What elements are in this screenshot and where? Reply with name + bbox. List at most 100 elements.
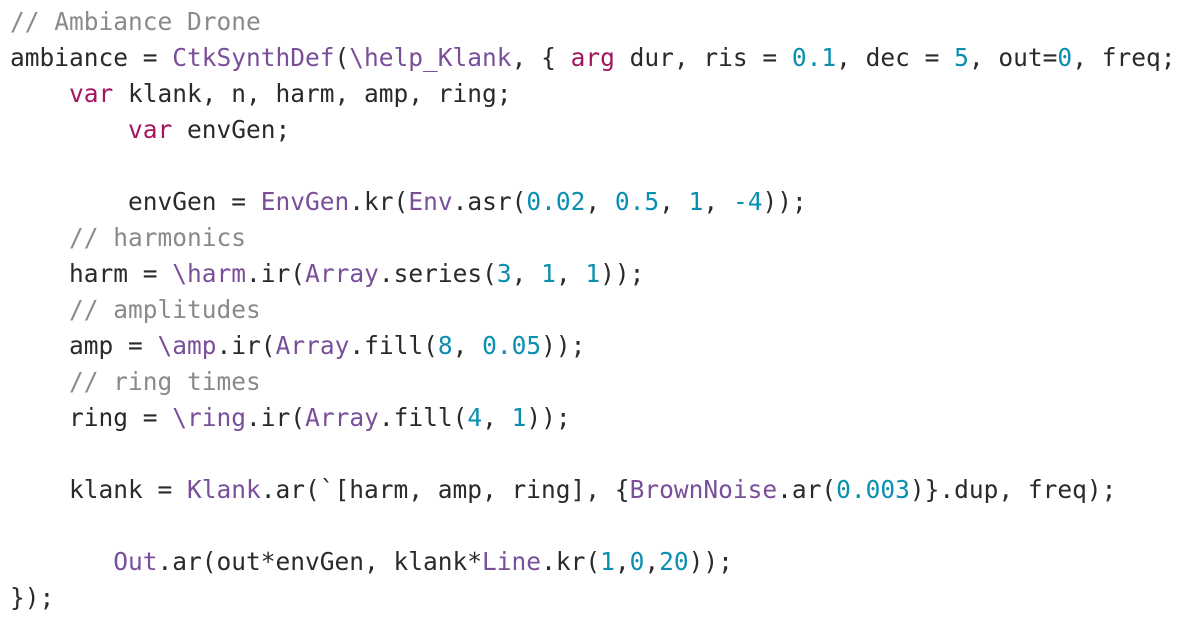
- code-token-plain: ));: [600, 259, 645, 288]
- code-token-class: CtkSynthDef: [172, 43, 335, 72]
- code-token-plain: ,: [511, 259, 542, 288]
- code-token-class: Array: [305, 259, 379, 288]
- code-token-plain: ,: [703, 187, 733, 216]
- code-token-number: 4: [467, 403, 483, 432]
- code-token-number: 5: [954, 43, 969, 72]
- code-token-plain: ,: [452, 331, 483, 360]
- code-token-number: 0.5: [614, 187, 660, 216]
- code-token-plain: ));: [541, 331, 586, 360]
- code-token-number: 0.05: [482, 331, 542, 360]
- code-token-keyword: arg: [570, 43, 615, 72]
- code-token-plain: .fill(: [378, 403, 468, 432]
- code-token-number: 1: [600, 547, 615, 576]
- code-token-class: Env: [408, 187, 453, 216]
- code-line: // harmonics: [10, 220, 1178, 256]
- code-token-plain: envGen;: [172, 115, 291, 144]
- code-token-plain: .series(: [378, 259, 497, 288]
- code-token-class: Array: [275, 331, 350, 360]
- code-token-plain: , dec =: [836, 43, 955, 72]
- code-token-comment: // amplitudes: [69, 295, 261, 324]
- code-token-class: Line: [482, 547, 542, 576]
- code-token-class: Out: [113, 547, 158, 576]
- code-token-plain: , {: [511, 43, 571, 72]
- code-line: var envGen;: [10, 112, 1178, 148]
- code-token-plain: .ar(`[harm, amp, ring], {: [260, 475, 630, 504]
- code-token-class: Array: [305, 403, 379, 432]
- code-token-plain: harm =: [69, 259, 173, 288]
- code-line: // ring times: [10, 364, 1178, 400]
- code-token-number: -4: [732, 187, 763, 216]
- code-line: ambiance = CtkSynthDef(\help_Klank, { ar…: [10, 40, 1178, 76]
- code-token-plain: .ir(: [246, 259, 306, 288]
- code-token-number: 1: [585, 259, 601, 288]
- code-token-symbol: \help_Klank: [349, 43, 512, 72]
- code-token-plain: ,: [614, 547, 630, 576]
- code-token-plain: .fill(: [349, 331, 438, 360]
- code-token-plain: , out=: [968, 43, 1058, 72]
- code-token-plain: , freq;: [1072, 43, 1176, 72]
- code-token-plain: )}.dup, freq);: [909, 475, 1117, 504]
- code-token-comment: // harmonics: [69, 223, 247, 252]
- code-line: amp = \amp.ir(Array.fill(8, 0.05));: [10, 328, 1178, 364]
- code-token-number: 0: [629, 547, 645, 576]
- code-token-plain: amp =: [69, 331, 158, 360]
- code-token-comment: // Ambiance Drone: [10, 7, 261, 36]
- code-token-number: 0.02: [526, 187, 586, 216]
- code-token-plain: dur, ris =: [614, 43, 792, 72]
- code-token-symbol: \harm: [172, 259, 247, 288]
- code-token-number: 20: [659, 547, 689, 576]
- code-token-symbol: \ring: [172, 403, 247, 432]
- code-token-plain: ));: [762, 187, 807, 216]
- code-token-plain: .kr(: [349, 187, 409, 216]
- code-token-plain: ring =: [69, 403, 173, 432]
- code-token-plain: ));: [526, 403, 571, 432]
- code-token-plain: ,: [482, 403, 512, 432]
- code-token-plain: .ir(: [216, 331, 276, 360]
- code-token-plain: ,: [659, 187, 689, 216]
- code-token-number: 0.1: [791, 43, 837, 72]
- code-token-number: 3: [496, 259, 512, 288]
- code-line: Out.ar(out*envGen, klank*Line.kr(1,0,20)…: [10, 544, 1178, 580]
- code-token-number: 1: [541, 259, 556, 288]
- code-token-plain: ,: [555, 259, 586, 288]
- code-line: var klank, n, harm, amp, ring;: [10, 76, 1178, 112]
- code-token-number: 8: [437, 331, 453, 360]
- code-token-keyword: var: [69, 79, 114, 108]
- code-token-number: 1: [511, 403, 527, 432]
- code-token-class: BrownNoise: [629, 475, 778, 504]
- code-token-number: 1: [688, 187, 704, 216]
- code-line: // amplitudes: [10, 292, 1178, 328]
- code-token-keyword: var: [128, 115, 173, 144]
- code-line: envGen = EnvGen.kr(Env.asr(0.02, 0.5, 1,…: [10, 184, 1178, 220]
- code-line: });: [10, 580, 1178, 616]
- code-token-plain: envGen =: [128, 187, 261, 216]
- code-line: ​: [10, 148, 1178, 184]
- code-token-symbol: \amp: [157, 331, 217, 360]
- code-token-comment: // ring times: [69, 367, 261, 396]
- code-line: // Ambiance Drone: [10, 4, 1178, 40]
- code-token-plain: ));: [688, 547, 733, 576]
- code-token-class: EnvGen: [260, 187, 350, 216]
- code-token-plain: ambiance =: [10, 43, 173, 72]
- code-editor[interactable]: // Ambiance Drone ambiance = CtkSynthDef(…: [10, 4, 1178, 636]
- code-token-number: 0.003: [836, 475, 910, 504]
- code-token-plain: .kr(: [541, 547, 601, 576]
- code-token-plain: (: [334, 43, 350, 72]
- code-line: harm = \harm.ir(Array.series(3, 1, 1));: [10, 256, 1178, 292]
- code-token-plain: });: [10, 583, 55, 612]
- code-token-plain: klank =: [69, 475, 188, 504]
- code-token-plain: .ar(: [777, 475, 837, 504]
- code-line: ​: [10, 508, 1178, 544]
- code-token-plain: ,: [585, 187, 615, 216]
